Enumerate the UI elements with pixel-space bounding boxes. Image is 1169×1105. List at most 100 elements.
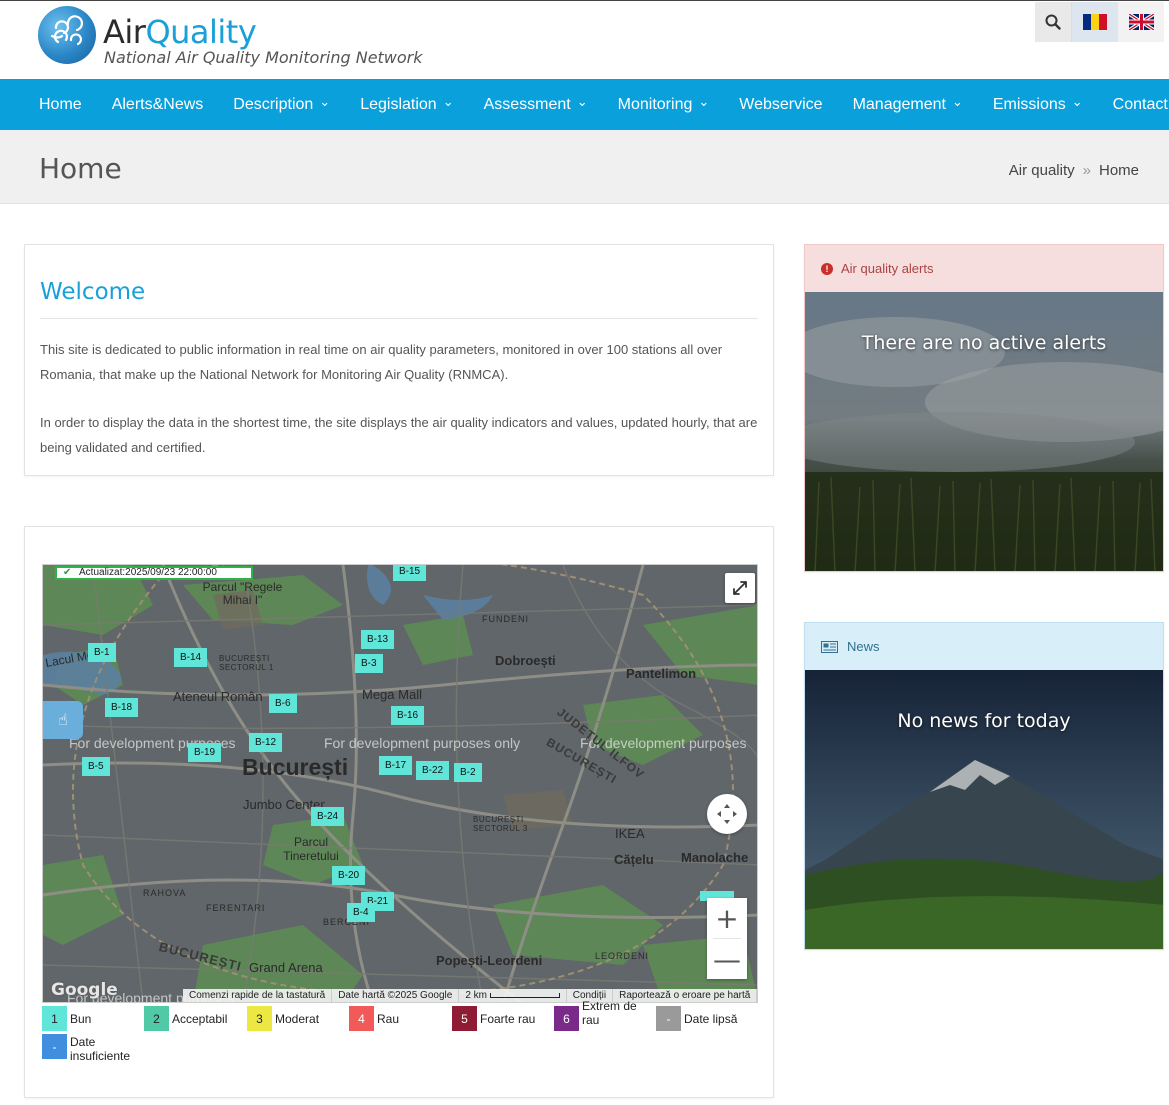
station-marker[interactable]: B-24 (311, 807, 345, 826)
search-button[interactable] (1035, 2, 1072, 42)
nav-item-label: Description (233, 95, 314, 113)
airquality-logo-icon[interactable] (38, 6, 96, 64)
nav-item-label: Legislation (360, 95, 437, 113)
uk-flag-icon (1128, 14, 1154, 30)
site-title[interactable]: AirQuality (103, 13, 257, 51)
map-label-fundeni: FUNDENI (482, 614, 529, 624)
legend-item: 4 Rau (349, 1006, 399, 1031)
station-marker[interactable]: B-16 (391, 706, 425, 725)
map-label-rahova: RAHOVA (143, 888, 187, 898)
chevron-down-icon: ⌄ (576, 93, 588, 109)
legend-item: 5 Foarte rau (452, 1006, 535, 1031)
station-marker[interactable]: B-15 (393, 565, 427, 581)
map-side-control[interactable]: ☝ (43, 701, 83, 739)
station-marker[interactable]: B-20 (332, 866, 366, 885)
news-header: News (805, 623, 1163, 670)
alerts-message: There are no active alerts (861, 332, 1107, 354)
map-label-catelu: Cățelu (614, 852, 654, 867)
keyboard-shortcuts-link[interactable]: Comenzi rapide de la tastatură (183, 989, 333, 1002)
welcome-paragraph-1: This site is dedicated to public informa… (40, 342, 723, 382)
map-label-ikea: IKEA (615, 826, 645, 841)
site-title-main: Air (103, 13, 146, 51)
news-panel: News No news for today (804, 622, 1164, 950)
map-card: For development purposes For development… (24, 526, 774, 1098)
map-label-parcul-regele: Parcul "Regele Mihai I" (202, 580, 283, 607)
nav-item-assessment[interactable]: Assessment ⌄ (469, 93, 603, 114)
site-header: AirQuality National Air Quality Monitori… (0, 0, 1169, 79)
map-label-manolache: Manolache (681, 850, 749, 865)
station-marker[interactable]: B-19 (188, 743, 222, 762)
nav-item-home[interactable]: Home (24, 96, 97, 114)
map-pan-control[interactable] (707, 794, 747, 834)
map-scale-bar-icon (489, 992, 560, 998)
welcome-paragraph-2: In order to display the data in the shor… (40, 415, 758, 455)
nav-item-webservice[interactable]: Webservice (724, 96, 837, 114)
station-marker[interactable]: B-1 (88, 643, 116, 662)
nav-item-alerts-news[interactable]: Alerts&News (97, 96, 219, 114)
station-marker[interactable]: B-6 (269, 694, 297, 713)
map-label-pantelimon: Pantelimon (626, 666, 697, 681)
station-marker[interactable]: B-13 (361, 630, 395, 649)
air-quality-map[interactable]: For development purposes For development… (42, 564, 758, 1003)
station-marker[interactable]: B-4 (347, 903, 375, 922)
nav-item-description[interactable]: Description ⌄ (218, 93, 345, 114)
nav-item-contact[interactable]: Contact (1098, 96, 1169, 114)
nav-item-label: Contact (1112, 95, 1168, 113)
welcome-card: Welcome This site is dedicated to public… (24, 244, 774, 476)
station-marker[interactable]: B-3 (355, 654, 383, 673)
breadcrumb: Air quality » Home (1009, 162, 1139, 179)
station-marker[interactable]: B-22 (416, 761, 450, 780)
station-marker[interactable]: B-5 (82, 757, 110, 776)
main-nav: Home Alerts&News Description ⌄ Legislation ⌄ A… (0, 79, 1169, 130)
legend-item: 2 Acceptabil (144, 1006, 227, 1031)
language-ro-button[interactable] (1072, 2, 1118, 42)
site-title-accent: Quality (145, 13, 257, 51)
alerts-image: There are no active alerts (805, 292, 1163, 571)
map-label-ateneul: Ateneul Român (173, 689, 263, 704)
legend-item: 3 Moderat (247, 1006, 319, 1031)
map-label-sector3: BUCUREȘTI SECTORUL 3 (473, 815, 528, 833)
map-attribution-bar: Comenzi rapide de la tastatură Date hart… (183, 989, 757, 1002)
site-subtitle: National Air Quality Monitoring Network (104, 48, 423, 67)
pan-arrows-icon (717, 804, 737, 824)
station-marker[interactable]: B-17 (379, 756, 413, 775)
nav-item-legislation[interactable]: Legislation ⌄ (345, 94, 468, 114)
station-marker[interactable]: B-2 (454, 763, 482, 782)
legend-swatch: 4 (349, 1006, 374, 1031)
legend-swatch: - (656, 1006, 681, 1031)
header-tools (1035, 2, 1164, 42)
legend-swatch: - (42, 1034, 67, 1059)
nav-item-management[interactable]: Management ⌄ (838, 94, 978, 114)
station-marker[interactable]: B-12 (249, 733, 283, 752)
station-marker[interactable]: B-18 (105, 698, 139, 717)
welcome-divider (40, 318, 758, 319)
alerts-title: Air quality alerts (841, 261, 934, 276)
search-icon (1045, 14, 1061, 30)
zoom-in-button[interactable]: + (707, 898, 747, 938)
map-label-leordeni: LEORDENI (595, 951, 650, 961)
fullscreen-button[interactable] (725, 573, 755, 603)
legend-label: Extrem de rau (582, 999, 637, 1027)
language-en-button[interactable] (1118, 2, 1164, 42)
legend-label: Bun (70, 1012, 92, 1026)
update-timestamp: ✔ Actualizat:2025/09/23 22:00:00 (55, 566, 253, 580)
news-message: No news for today (897, 710, 1071, 732)
legend-label: Date lipsă (684, 1012, 738, 1026)
legend-item: - Date insuficiente (42, 1034, 140, 1063)
map-background (43, 565, 757, 1002)
nav-item-monitoring[interactable]: Monitoring ⌄ (603, 94, 725, 114)
nav-item-emissions[interactable]: Emissions ⌄ (978, 93, 1098, 114)
station-marker[interactable]: B-14 (174, 648, 208, 667)
map-scale[interactable]: 2 km (459, 989, 567, 1002)
zoom-out-button[interactable]: — (707, 939, 747, 979)
legend-item: 6 Extrem de rau (554, 999, 644, 1031)
chevron-down-icon: ⌄ (319, 93, 331, 109)
chevron-down-icon: ⌄ (1071, 93, 1083, 109)
breadcrumb-separator: » (1082, 162, 1091, 179)
exclamation-circle-icon: ! (821, 262, 833, 275)
breadcrumb-link-air-quality[interactable]: Air quality (1009, 162, 1075, 179)
newspaper-icon (821, 640, 838, 653)
legend-label: Date insuficiente (70, 1035, 131, 1063)
hand-pointer-icon: ☝ (58, 712, 68, 729)
map-label-grand-arena: Grand Arena (249, 960, 323, 975)
